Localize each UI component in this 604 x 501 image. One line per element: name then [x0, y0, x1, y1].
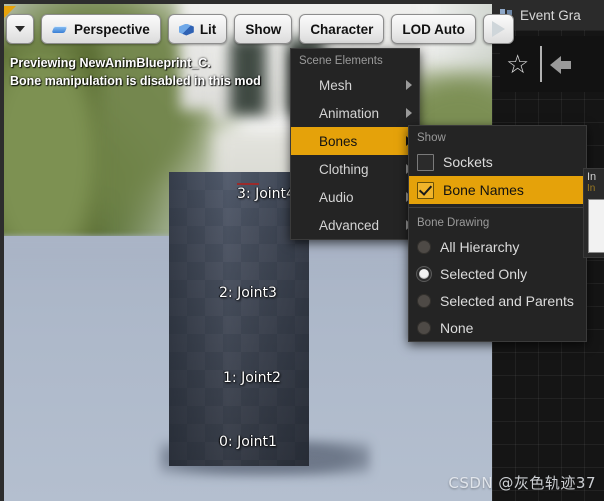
radio-icon [417, 293, 431, 308]
menu-item-animation[interactable]: Animation [291, 99, 419, 127]
radio-label: All Hierarchy [440, 238, 520, 255]
character-menu-label: Character [310, 21, 374, 37]
menu-item-clothing[interactable]: Clothing [291, 155, 419, 183]
back-arrow-icon[interactable] [550, 52, 574, 76]
checkbox-sockets[interactable]: Sockets [409, 148, 586, 176]
radio-none[interactable]: None [409, 314, 586, 341]
viewport-options-button[interactable] [6, 14, 34, 44]
viewport-toolbar: Perspective Lit Show Character LOD Auto [6, 14, 514, 44]
bone-drawing-section-header: Bone Drawing [417, 217, 490, 229]
warning-line-2: Bone manipulation is disabled in this mo… [10, 74, 261, 88]
viewport-border-top [0, 0, 492, 4]
checkbox-checked-icon [417, 181, 434, 199]
character-menu-button[interactable]: Character [299, 14, 385, 44]
lod-menu-label: LOD Auto [402, 21, 465, 37]
app-root: 3: Joint4 2: Joint3 1: Joint2 0: Joint1 … [0, 0, 604, 501]
show-menu-button[interactable]: Show [234, 14, 293, 44]
bones-submenu[interactable]: Show Sockets Bone Names Bone Drawing All… [408, 125, 587, 342]
menu-item-label: Advanced [319, 217, 380, 233]
toolbar-divider [540, 46, 542, 82]
tab-label: Event Gra [520, 7, 581, 23]
menu-item-label: Animation [319, 105, 380, 121]
radio-label: Selected and Parents [440, 292, 574, 309]
menu-item-bones[interactable]: Bones [291, 127, 419, 155]
mesh-shading [169, 172, 309, 466]
star-icon[interactable]: ☆ [506, 51, 532, 77]
scene-elements-header: Scene Elements [299, 55, 383, 67]
camera-mode-label: Perspective [74, 21, 150, 37]
menu-item-label: Mesh [319, 77, 353, 93]
details-panel[interactable]: In In [583, 168, 604, 258]
menu-item-mesh[interactable]: Mesh [291, 71, 419, 99]
play-button[interactable] [482, 14, 514, 44]
camera-mode-button[interactable]: Perspective [41, 14, 161, 44]
bone-marker [237, 183, 259, 185]
chevron-right-icon [406, 108, 412, 118]
menu-item-label: Audio [319, 189, 354, 205]
menu-item-advanced[interactable]: Advanced [291, 211, 419, 239]
radio-icon [417, 239, 431, 254]
details-panel-title: In [587, 171, 597, 183]
view-mode-label: Lit [199, 21, 217, 37]
menu-separator [409, 207, 586, 208]
menu-item-audio[interactable]: Audio [291, 183, 419, 211]
menu-item-label: Bones [319, 133, 358, 149]
radio-icon [417, 320, 431, 335]
details-input-field[interactable] [588, 199, 604, 253]
scene-elements-menu[interactable]: Scene Elements Mesh Animation Bones Clot… [290, 48, 420, 240]
skeletal-mesh-preview[interactable] [169, 172, 309, 466]
view-mode-button[interactable]: Lit [167, 14, 228, 44]
checkbox-icon [417, 153, 434, 171]
radio-label: Selected Only [440, 265, 528, 282]
radio-selected-icon [417, 266, 431, 281]
radio-label: None [440, 319, 474, 336]
perspective-icon [52, 23, 68, 36]
bone-label-joint3: 2: Joint3 [219, 285, 277, 301]
show-section-header: Show [417, 132, 446, 144]
watermark-text: CSDN @灰色轨迹37 [448, 474, 596, 492]
viewport-border-left [0, 0, 4, 501]
radio-all-hierarchy[interactable]: All Hierarchy [409, 233, 586, 260]
bone-label-joint2: 1: Joint2 [223, 370, 281, 386]
checkbox-label: Bone Names [443, 182, 524, 198]
menu-item-label: Clothing [319, 161, 369, 177]
show-menu-label: Show [245, 21, 282, 37]
details-panel-subtitle: In [587, 183, 596, 194]
radio-selected-only[interactable]: Selected Only [409, 260, 586, 287]
cube-icon [179, 22, 194, 37]
bone-label-joint4: 3: Joint4 [237, 186, 295, 202]
chevron-right-icon [406, 80, 412, 90]
radio-selected-and-parents[interactable]: Selected and Parents [409, 287, 586, 314]
viewport-warning-text: Previewing NewAnimBlueprint_C. Bone mani… [10, 54, 261, 90]
bone-label-joint1: 0: Joint1 [219, 434, 277, 450]
checkbox-label: Sockets [443, 154, 493, 170]
chevron-down-icon [15, 26, 25, 32]
warning-line-1: Previewing NewAnimBlueprint_C. [10, 56, 211, 70]
graph-toolbar: ☆ [500, 36, 604, 92]
lod-menu-button[interactable]: LOD Auto [391, 14, 476, 44]
play-icon [491, 21, 505, 37]
checkbox-bone-names[interactable]: Bone Names [409, 176, 586, 204]
